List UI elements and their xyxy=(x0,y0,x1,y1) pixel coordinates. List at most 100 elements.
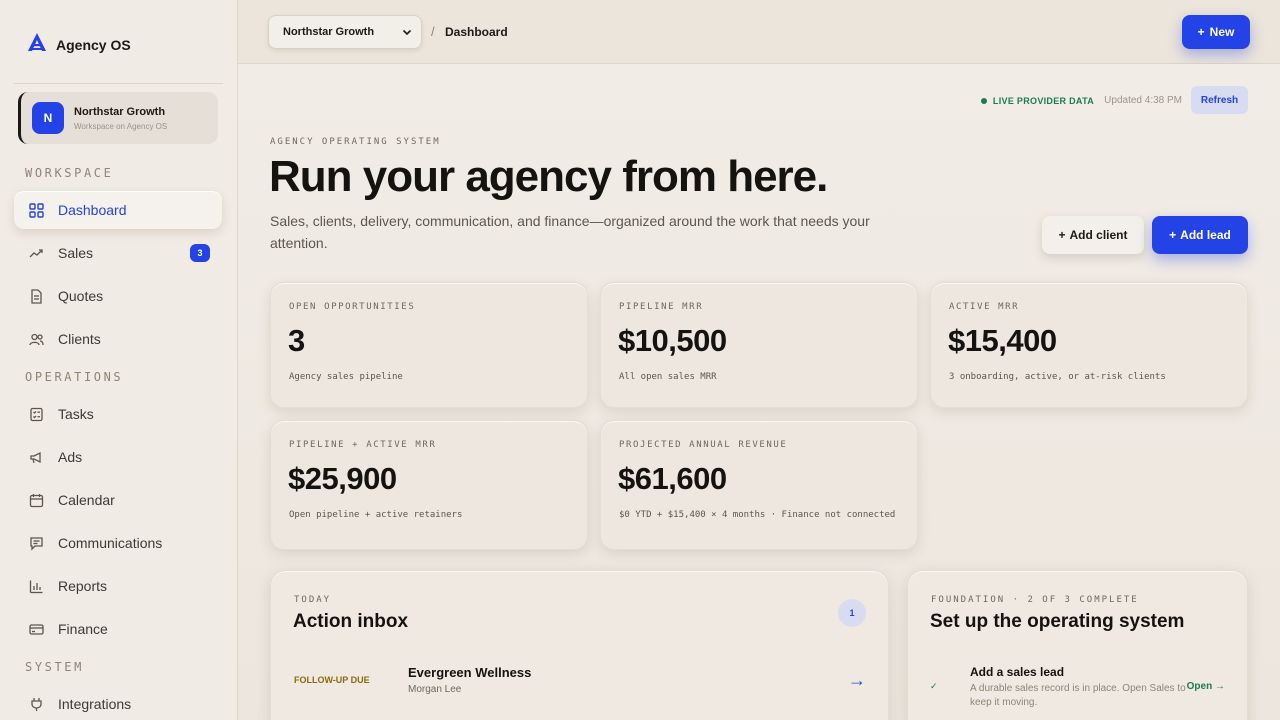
plus-icon: + xyxy=(1058,228,1066,242)
chevron-down-icon xyxy=(401,26,413,41)
refresh-button[interactable]: Refresh xyxy=(1191,86,1248,114)
kpi-value: $61,600 xyxy=(618,461,727,496)
sidebar-item-dashboard[interactable]: Dashboard xyxy=(14,191,222,229)
panel-title: Action inbox xyxy=(293,611,409,632)
live-label: LIVE PROVIDER DATA xyxy=(992,96,1094,106)
users-icon xyxy=(28,331,44,347)
sidebar-item-calendar[interactable]: Calendar xyxy=(14,481,222,519)
chat-icon xyxy=(28,535,44,551)
workspace-select[interactable]: Northstar Growth xyxy=(268,15,422,49)
plug-icon xyxy=(28,696,44,712)
breadcrumb-current: Dashboard xyxy=(445,25,508,39)
kpi-label: PIPELINE MRR xyxy=(619,302,704,312)
check-icon: ✓ xyxy=(930,681,938,691)
section-label-operations: OPERATIONS xyxy=(25,370,124,384)
sidebar-item-label: Clients xyxy=(58,331,101,347)
panel-eyebrow: TODAY xyxy=(294,595,332,605)
sidebar-item-label: Ads xyxy=(58,449,83,465)
workspace-avatar: N xyxy=(32,102,64,134)
breadcrumb-separator: / xyxy=(431,24,435,39)
kpi-caption: Agency sales pipeline xyxy=(289,372,403,382)
calendar-icon xyxy=(28,492,44,508)
grid-icon xyxy=(28,202,44,218)
kpi-value: $15,400 xyxy=(948,323,1057,358)
sidebar-item-label: Calendar xyxy=(58,492,115,508)
page-subtitle: Sales, clients, delivery, communication,… xyxy=(270,213,870,251)
sidebar-item-finance[interactable]: Finance xyxy=(14,610,222,648)
credit-card-icon xyxy=(28,621,44,637)
app-name: Agency OS xyxy=(56,36,131,53)
brand[interactable]: Agency OS xyxy=(26,31,131,58)
sidebar-item-tasks[interactable]: Tasks xyxy=(14,395,222,433)
workspace-select-value: Northstar Growth xyxy=(283,26,375,38)
sidebar-item-clients[interactable]: Clients xyxy=(14,320,222,358)
setup-item-description: A durable sales record is in place. Open… xyxy=(970,683,1186,708)
live-dot-icon xyxy=(980,98,987,104)
sidebar-item-label: Integrations xyxy=(58,696,132,712)
kpi-caption: Open pipeline + active retainers xyxy=(289,510,463,520)
sidebar-item-sales[interactable]: Sales 3 xyxy=(14,234,222,272)
kpi-value: 3 xyxy=(288,323,305,358)
bar-chart-icon xyxy=(28,578,44,594)
updated-time: Updated 4:38 PM xyxy=(1104,95,1182,106)
kpi-caption: 3 onboarding, active, or at-risk clients xyxy=(949,372,1166,382)
action-inbox-panel: TODAY Action inbox 1 FOLLOW-UP DUE Everg… xyxy=(270,570,889,720)
sidebar-item-label: Quotes xyxy=(58,288,104,304)
section-label-workspace: WORKSPACE xyxy=(25,166,114,180)
sidebar-item-label: Sales xyxy=(58,245,94,261)
sidebar-item-label: Reports xyxy=(58,578,108,594)
kpi-caption: All open sales MRR xyxy=(619,372,717,382)
logo-icon xyxy=(26,31,48,58)
open-sales-link[interactable]: Open → xyxy=(1187,681,1225,692)
setup-panel: FOUNDATION · 2 OF 3 COMPLETE Set up the … xyxy=(907,570,1248,720)
new-button-label: New xyxy=(1209,25,1235,39)
checklist-icon xyxy=(28,406,44,422)
inbox-count-badge: 1 xyxy=(838,599,866,627)
kpi-card-pipeline-plus-active[interactable]: PIPELINE + ACTIVE MRR $25,900 Open pipel… xyxy=(270,420,588,550)
add-lead-button[interactable]: + Add lead xyxy=(1152,216,1248,254)
kpi-caption: $0 YTD + $15,400 × 4 months · Finance no… xyxy=(619,510,896,520)
sidebar-item-ads[interactable]: Ads xyxy=(14,438,222,476)
arrow-right-icon[interactable]: → xyxy=(848,670,866,691)
add-lead-label: Add lead xyxy=(1180,228,1231,242)
trending-up-icon xyxy=(28,245,44,261)
kpi-card-projected-annual-revenue[interactable]: PROJECTED ANNUAL REVENUE $61,600 $0 YTD … xyxy=(600,420,918,550)
workspace-subtitle: Workspace on Agency OS xyxy=(74,121,168,131)
plus-icon: + xyxy=(1197,25,1205,39)
kpi-card-active-mrr[interactable]: ACTIVE MRR $15,400 3 onboarding, active,… xyxy=(930,282,1248,408)
document-icon xyxy=(28,288,44,304)
workspace-card[interactable]: N Northstar Growth Workspace on Agency O… xyxy=(18,92,218,144)
section-label-system: SYSTEM xyxy=(25,660,84,674)
sidebar-item-quotes[interactable]: Quotes xyxy=(14,277,222,315)
inbox-item-tag: FOLLOW-UP DUE xyxy=(294,675,370,685)
kpi-label: PROJECTED ANNUAL REVENUE xyxy=(619,440,788,450)
sidebar-item-label: Finance xyxy=(58,621,108,637)
kpi-card-open-opportunities[interactable]: OPEN OPPORTUNITIES 3 Agency sales pipeli… xyxy=(270,282,588,408)
sidebar-item-label: Communications xyxy=(58,535,163,551)
workspace-name: Northstar Growth xyxy=(74,105,166,118)
sidebar-item-communications[interactable]: Communications xyxy=(14,524,222,562)
kpi-label: ACTIVE MRR xyxy=(949,302,1020,312)
inbox-item-name: Evergreen Wellness xyxy=(408,665,532,680)
sales-count-badge: 3 xyxy=(190,244,210,262)
sidebar-item-reports[interactable]: Reports xyxy=(14,567,222,605)
new-button[interactable]: + New xyxy=(1182,15,1250,49)
add-client-label: Add client xyxy=(1069,228,1128,242)
kpi-label: PIPELINE + ACTIVE MRR xyxy=(289,440,437,450)
plus-icon: + xyxy=(1169,228,1177,242)
panel-title: Set up the operating system xyxy=(930,611,1185,632)
megaphone-icon xyxy=(28,449,44,465)
live-status: LIVE PROVIDER DATA xyxy=(980,96,1094,106)
sidebar-divider xyxy=(14,83,223,84)
page-title: Run your agency from here. xyxy=(269,152,828,201)
hero-eyebrow: AGENCY OPERATING SYSTEM xyxy=(270,137,441,147)
kpi-label: OPEN OPPORTUNITIES xyxy=(289,302,416,312)
sidebar-item-integrations[interactable]: Integrations xyxy=(14,685,222,720)
kpi-value: $25,900 xyxy=(288,461,397,496)
main-content: LIVE PROVIDER DATA Updated 4:38 PM Refre… xyxy=(238,64,1280,720)
kpi-card-pipeline-mrr[interactable]: PIPELINE MRR $10,500 All open sales MRR xyxy=(600,282,918,408)
setup-item-title: Add a sales lead xyxy=(970,665,1065,679)
add-client-button[interactable]: + Add client xyxy=(1042,216,1144,254)
sidebar: Agency OS N Northstar Growth Workspace o… xyxy=(0,0,238,720)
topbar: Northstar Growth / Dashboard + New xyxy=(238,0,1280,64)
